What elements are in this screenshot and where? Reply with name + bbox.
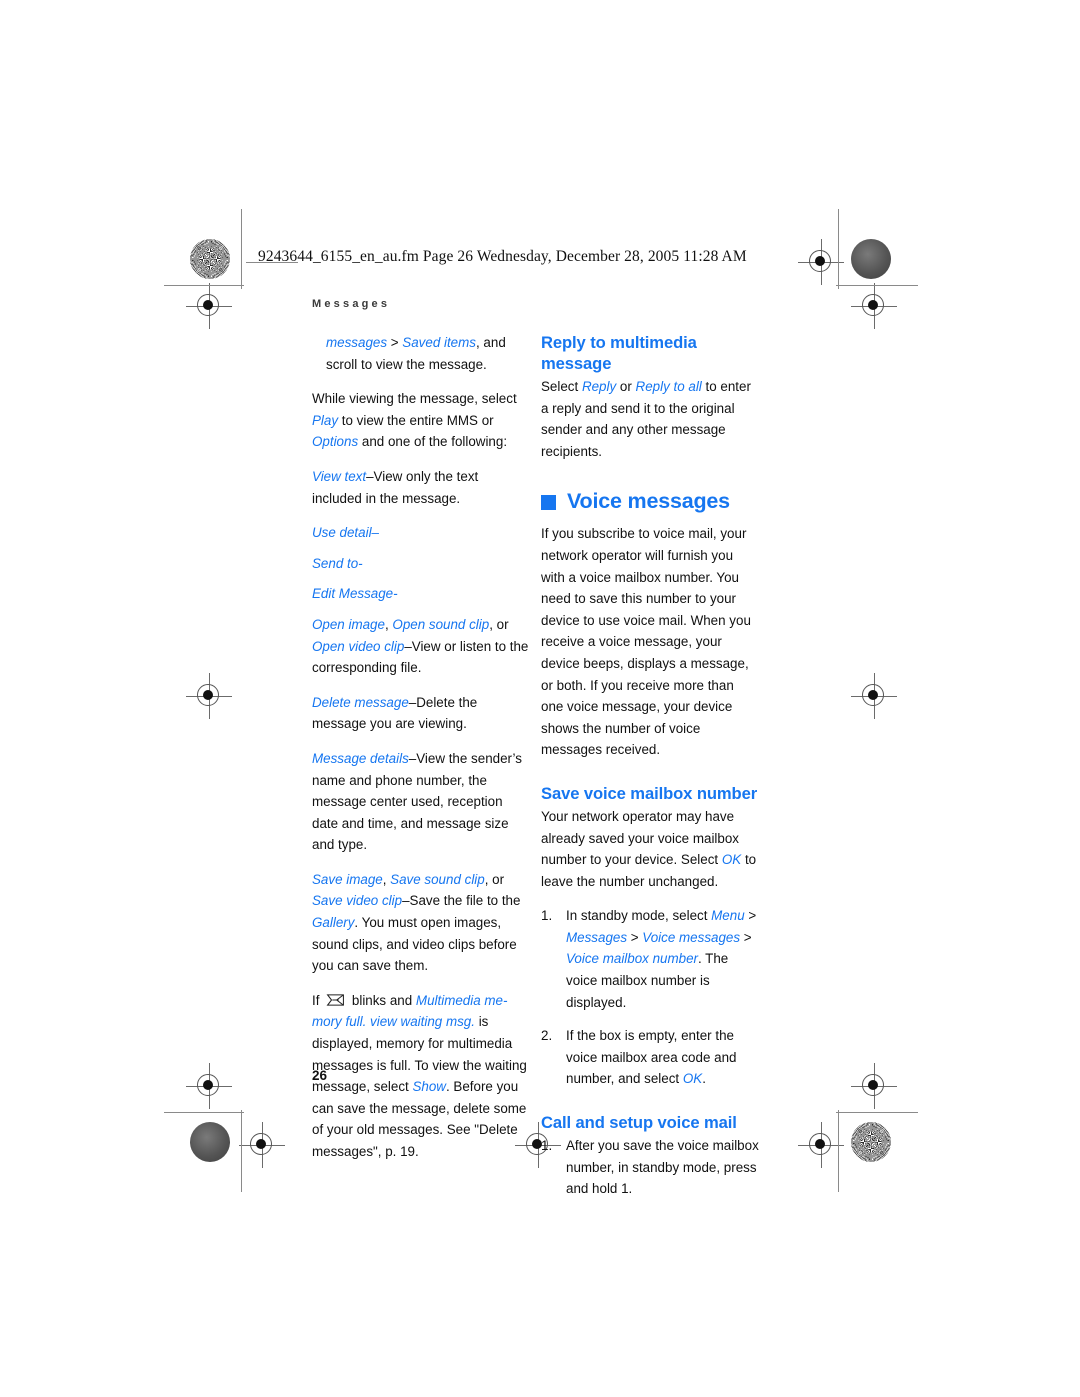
text: Select [541,379,582,394]
option-ok[interactable]: OK [722,852,741,867]
para-reply: Select Reply or Reply to all to enter a … [541,376,759,462]
registration-mark-top-right-outer [851,283,897,329]
trim-line-bottom-left-vertical [241,1110,242,1192]
para-voice-intro: If you subscribe to voice mail, your net… [541,526,751,758]
sep: > [744,908,757,924]
document-page: 9243644_6155_en_au.fm Page 26 Wednesday,… [0,0,1080,1397]
steps-call-voice-mail: 1. After you save the voice mailbox numbe… [541,1135,759,1200]
text: . [702,1071,706,1087]
heading-save-voice-mailbox-number: Save voice mailbox number [541,783,758,803]
trim-line-top-right-horizontal [836,285,918,286]
item-open: Open image, Open sound clip, or Open vid… [312,614,530,679]
option-open-image[interactable]: Open image [312,617,385,632]
link-play[interactable]: Play [312,413,338,428]
sep: , or [484,871,505,887]
text: –Save the file to the [402,893,521,909]
text: If the box is empty, enter the voice mai… [566,1028,737,1087]
para-blinks: If blinks and Multimedia me-mory full. v… [312,990,530,1163]
heading-call-and-setup-voice-mail: Call and setup voice mail [541,1113,737,1133]
option-edit-message[interactable]: Edit Message- [312,583,530,605]
file-header-line: 9243644_6155_en_au.fm Page 26 Wednesday,… [258,248,747,265]
registration-mark-middle-right [851,673,897,719]
text: While viewing the message, select [312,391,517,407]
text: Your network operator may have already s… [541,808,739,868]
square-bullet-icon [541,494,556,510]
option-reply[interactable]: Reply [582,379,616,394]
menu-path-menu[interactable]: Menu [711,908,745,923]
step-number: 1. [541,1138,553,1154]
steps-save-voice-mailbox: 1. In standby mode, select Menu > Message… [541,905,759,1090]
sep: > [387,335,403,350]
menu-path-voice-mailbox-number[interactable]: Voice mailbox number [566,951,698,966]
list-item: 1. After you save the voice mailbox numbe… [541,1135,759,1200]
option-delete-message[interactable]: Delete message [312,695,409,710]
heading-reply-to-multimedia-message: Reply to multimedia message [541,333,697,373]
para-while-viewing: While viewing the message, select Play t… [312,388,530,453]
text: –View the sender’s name and phone number… [312,750,522,853]
link-messages[interactable]: messages [326,335,387,350]
trim-line-top-right-vertical [838,209,839,289]
trim-line-top-left-horizontal [164,285,244,286]
option-open-video-clip[interactable]: Open video clip [312,639,404,654]
step-number: 2. [541,1028,553,1044]
list-item: 2. If the box is empty, enter the voice m… [541,1025,759,1090]
trim-line-top-left-vertical [241,209,242,289]
sep: > [627,929,643,945]
link-gallery[interactable]: Gallery [312,915,354,930]
print-density-mark-top-right [851,239,891,279]
option-view-text[interactable]: View text [312,469,366,484]
text: In standby mode, select [566,908,712,924]
registration-mark-top-left-outer [186,283,232,329]
trim-line-bottom-right-vertical [838,1110,839,1192]
option-save-video-clip[interactable]: Save video clip [312,893,402,908]
option-message-details[interactable]: Message details [312,751,409,766]
right-column: Reply to multimedia message Select Reply… [541,332,759,1212]
registration-mark-middle-left [186,673,232,719]
registration-mark-bottom-left-inner [239,1122,285,1168]
menu-path-messages[interactable]: Messages [566,930,627,945]
print-density-mark-bottom-left [190,1122,230,1162]
text: and one of the following: [358,434,508,450]
option-save-sound-clip[interactable]: Save sound clip [390,872,485,887]
text: or [616,379,636,394]
trim-line-bottom-left-horizontal [164,1112,244,1113]
para-save-mailbox: Your network operator may have already s… [541,806,759,892]
option-use-detail[interactable]: Use detail– [312,522,530,544]
print-burst-mark-bottom-right [851,1122,891,1162]
print-burst-mark-top-left [190,239,230,279]
menu-path-voice-messages[interactable]: Voice messages [642,930,740,945]
item-delete-message: Delete message–Delete the message you ar… [312,692,530,735]
heading-voice-messages-label: Voice messages [567,489,730,514]
running-head: Messages [312,298,391,310]
item-message-details: Message details–View the sender’s name a… [312,748,530,856]
item-save: Save image, Save sound clip, or Save vid… [312,869,530,977]
sep: , or [489,616,509,632]
text: blinks and [348,992,416,1008]
text: If [312,992,324,1008]
envelope-icon [326,991,345,1006]
link-saved-items[interactable]: Saved items [402,335,476,350]
registration-mark-bottom-right-outer [851,1063,897,1109]
option-send-to[interactable]: Send to- [312,553,530,575]
item-view-text: View text–View only the text included in… [312,466,530,509]
option-show[interactable]: Show [412,1079,446,1094]
option-save-image[interactable]: Save image [312,872,383,887]
registration-mark-bottom-left-outer [186,1063,232,1109]
trim-line-bottom-right-horizontal [836,1112,918,1113]
list-item: 1. In standby mode, select Menu > Message… [541,905,759,1013]
link-options[interactable]: Options [312,434,358,449]
left-column: messages > Saved items, and scroll to vi… [312,332,530,1176]
option-reply-to-all[interactable]: Reply to all [636,379,702,394]
step-number: 1. [541,908,553,924]
sep: > [740,929,752,945]
para-continued: messages > Saved items, and scroll to vi… [312,332,530,375]
text: After you save the voice mailbox number,… [566,1138,759,1197]
option-ok-confirm[interactable]: OK [683,1071,702,1086]
option-open-sound-clip[interactable]: Open sound clip [392,617,489,632]
heading-voice-messages: Voice messages [541,488,759,514]
text: to view the entire MMS or [338,412,494,428]
page-number: 26 [312,1068,328,1083]
